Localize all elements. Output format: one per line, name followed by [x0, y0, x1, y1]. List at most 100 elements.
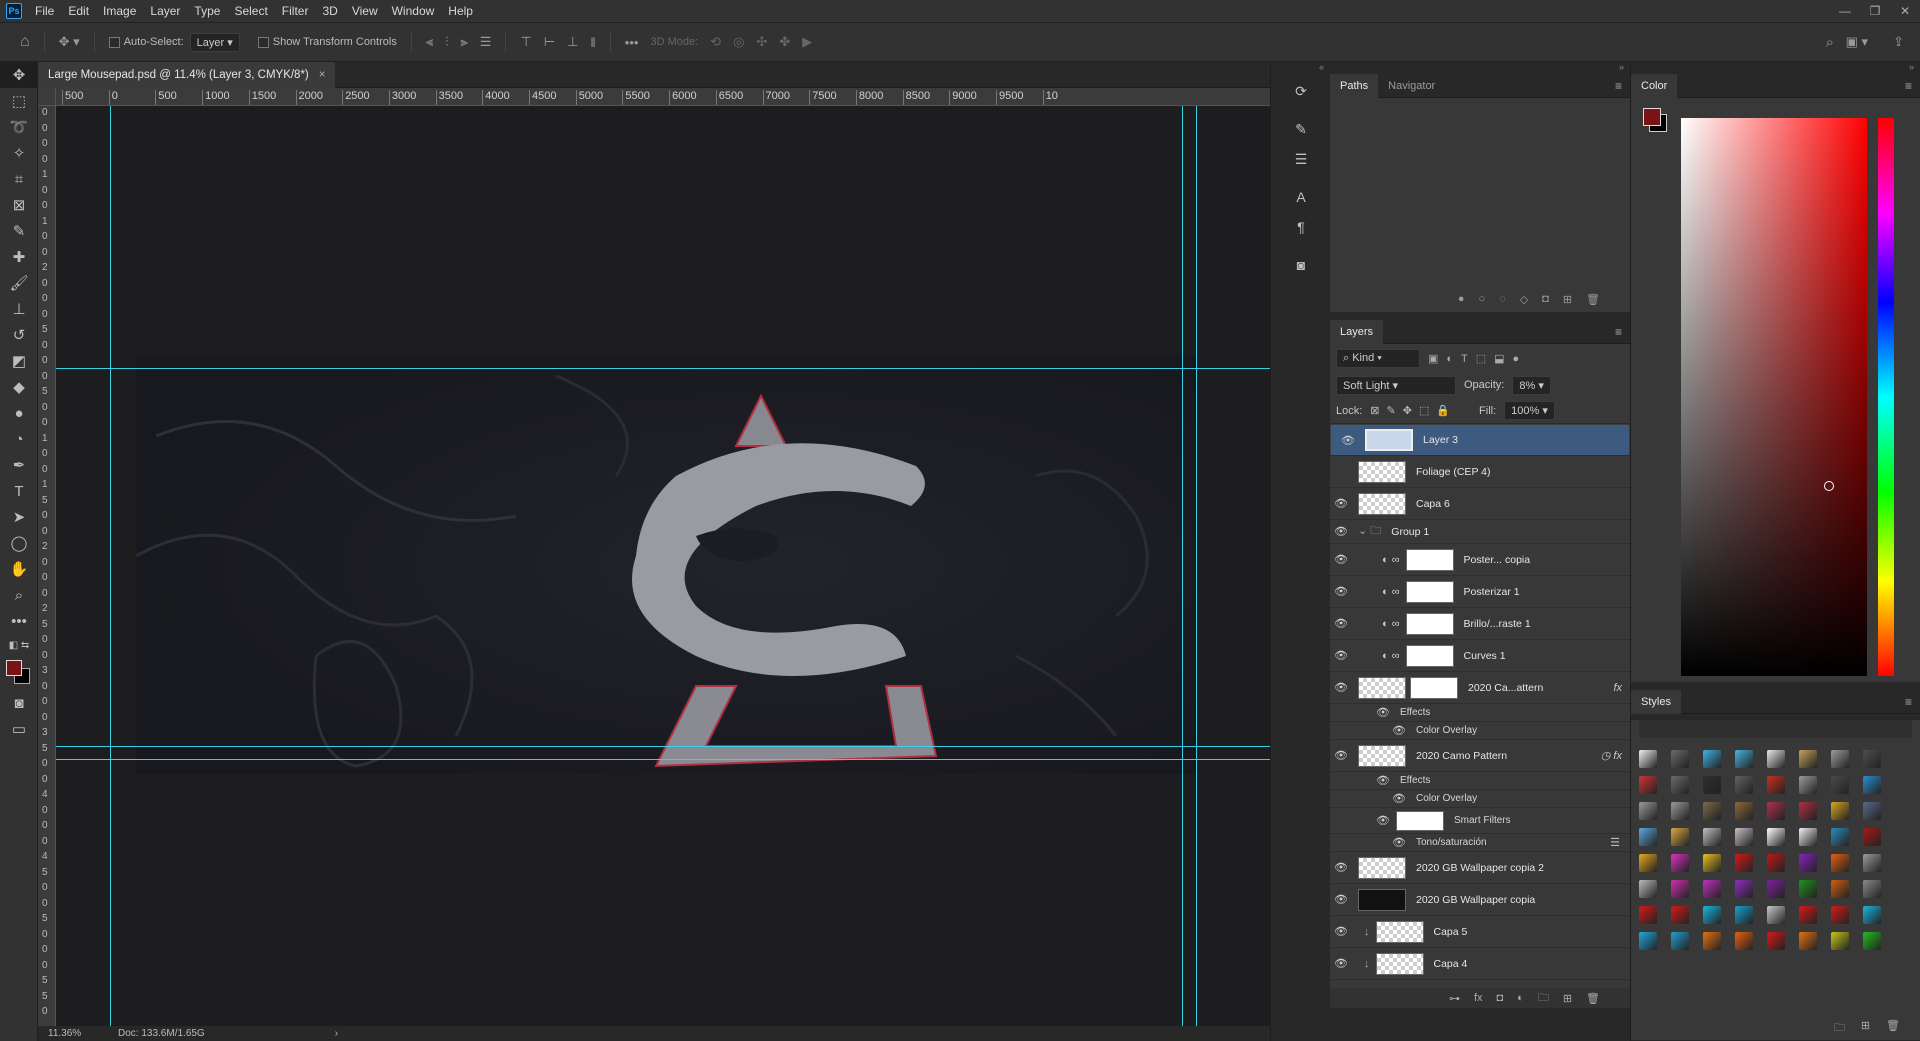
color-field[interactable]: [1681, 118, 1867, 676]
layer-row[interactable]: 👁 ◐ ∞ Curves 1: [1330, 640, 1630, 672]
style-swatch[interactable]: [1863, 828, 1881, 846]
expand-icon[interactable]: »: [1631, 62, 1920, 74]
smart-filters-row[interactable]: 👁 Smart Filters: [1330, 808, 1630, 834]
align-center-icon[interactable]: ⫶: [439, 34, 454, 50]
filter-row[interactable]: 👁 Tono/saturación ☰: [1330, 834, 1630, 852]
style-swatch[interactable]: [1703, 828, 1721, 846]
style-swatch[interactable]: [1639, 828, 1657, 846]
filter-options-icon[interactable]: ☰: [1610, 836, 1620, 849]
collapse-icon[interactable]: «: [1271, 62, 1330, 74]
menu-edit[interactable]: Edit: [61, 4, 96, 18]
style-swatch[interactable]: [1639, 854, 1657, 872]
type-tool-icon[interactable]: T: [0, 478, 38, 504]
style-swatch[interactable]: [1703, 750, 1721, 768]
distribute-icon[interactable]: ☰: [474, 34, 498, 50]
checkbox-icon[interactable]: [108, 36, 120, 48]
make-path-icon[interactable]: ◇: [1520, 293, 1528, 306]
eye-icon[interactable]: 👁: [1330, 925, 1352, 938]
distribute-vertical-icon[interactable]: ‖: [584, 35, 601, 50]
filter-icons[interactable]: ▣◐T⬚⬓●: [1428, 352, 1527, 365]
menu-3d[interactable]: 3D: [315, 4, 344, 18]
effect-row[interactable]: 👁 Color Overlay: [1330, 722, 1630, 740]
style-swatch[interactable]: [1735, 828, 1753, 846]
eye-icon[interactable]: 👁: [1330, 553, 1352, 566]
effects-row[interactable]: 👁 Effects: [1330, 772, 1630, 790]
style-swatch[interactable]: [1831, 802, 1849, 820]
panel-menu-icon[interactable]: ≡: [1905, 695, 1912, 709]
blur-tool-icon[interactable]: ●: [0, 400, 38, 426]
style-swatch[interactable]: [1799, 906, 1817, 924]
layer-row[interactable]: 👁 Layer 3: [1330, 424, 1630, 456]
eye-icon[interactable]: 👁: [1392, 792, 1406, 805]
style-swatch[interactable]: [1767, 750, 1785, 768]
style-swatch[interactable]: [1863, 750, 1881, 768]
style-swatch[interactable]: [1831, 932, 1849, 950]
add-style-icon[interactable]: fx: [1474, 992, 1483, 1004]
blend-mode-dropdown[interactable]: Soft Light ▾: [1336, 375, 1456, 395]
move-tool-icon[interactable]: ✥ ▾: [53, 34, 86, 50]
brush-tool-icon[interactable]: 🖌: [0, 270, 38, 296]
style-swatch[interactable]: [1767, 880, 1785, 898]
new-style-icon[interactable]: ⊞: [1861, 1019, 1870, 1038]
move-tool-icon[interactable]: ✥: [0, 62, 38, 88]
eye-icon[interactable]: 👁: [1392, 836, 1406, 849]
foreground-color-swatch[interactable]: [6, 660, 22, 676]
style-swatch[interactable]: [1703, 906, 1721, 924]
style-swatch[interactable]: [1639, 880, 1657, 898]
style-swatch[interactable]: [1767, 906, 1785, 924]
guide-vertical[interactable]: [1182, 106, 1183, 1026]
paint-bucket-icon[interactable]: ◆: [0, 374, 38, 400]
character-icon[interactable]: A: [1283, 184, 1319, 210]
eye-icon[interactable]: 👁: [1330, 525, 1352, 538]
style-swatch[interactable]: [1639, 802, 1657, 820]
guide-horizontal[interactable]: [56, 746, 1270, 747]
align-bottom-icon[interactable]: ⊥: [561, 34, 584, 50]
style-swatch[interactable]: [1799, 776, 1817, 794]
eye-icon[interactable]: 👁: [1376, 706, 1390, 719]
style-swatch[interactable]: [1799, 750, 1817, 768]
paragraph-icon[interactable]: ¶: [1283, 214, 1319, 240]
3d-orbit-icon[interactable]: ⟲: [704, 34, 727, 50]
layer-row[interactable]: Foliage (CEP 4): [1330, 456, 1630, 488]
new-group-icon[interactable]: 🗀: [1538, 989, 1549, 1008]
panel-menu-icon[interactable]: ≡: [1615, 79, 1622, 93]
close-button[interactable]: ✕: [1890, 0, 1920, 22]
checkbox-icon[interactable]: [257, 36, 269, 48]
style-swatch[interactable]: [1671, 854, 1689, 872]
libraries-icon[interactable]: ◙: [1283, 252, 1319, 278]
eye-icon[interactable]: 👁: [1330, 497, 1352, 510]
eye-icon[interactable]: 👁: [1330, 681, 1352, 694]
style-swatch[interactable]: [1703, 802, 1721, 820]
layer-row[interactable]: 👁 ◐ ∞ Poster... copia: [1330, 544, 1630, 576]
zoom-level[interactable]: 11.36%: [38, 1028, 108, 1039]
auto-select-dropdown[interactable]: Layer ▾: [189, 32, 240, 52]
document-tab[interactable]: Large Mousepad.psd @ 11.4% (Layer 3, CMY…: [38, 62, 336, 88]
style-swatch[interactable]: [1831, 854, 1849, 872]
layer-row[interactable]: 👁 ◐ ∞ Brillo/...raste 1: [1330, 608, 1630, 640]
eye-icon[interactable]: 👁: [1376, 814, 1390, 827]
eyedropper-icon[interactable]: ✎: [0, 218, 38, 244]
style-swatch[interactable]: [1831, 906, 1849, 924]
minimize-button[interactable]: —: [1830, 0, 1860, 22]
style-swatch[interactable]: [1863, 932, 1881, 950]
auto-select-checkbox[interactable]: Auto-Select:: [103, 36, 190, 48]
adjustments-icon[interactable]: ☰: [1283, 146, 1319, 172]
style-swatch[interactable]: [1703, 854, 1721, 872]
load-selection-icon[interactable]: ◌: [1499, 293, 1506, 306]
style-swatch[interactable]: [1671, 880, 1689, 898]
panel-menu-icon[interactable]: ≡: [1905, 79, 1912, 93]
style-swatch[interactable]: [1639, 932, 1657, 950]
delete-layer-icon[interactable]: 🗑: [1586, 992, 1600, 1005]
filter-kind-dropdown[interactable]: ⌕ Kind ▾: [1336, 348, 1420, 368]
guide-vertical[interactable]: [110, 106, 111, 1026]
style-swatch[interactable]: [1863, 854, 1881, 872]
frame-tool-icon[interactable]: ⊠: [0, 192, 38, 218]
eye-icon[interactable]: 👁: [1330, 585, 1352, 598]
share-icon[interactable]: ⇪: [1887, 34, 1910, 50]
menu-help[interactable]: Help: [441, 4, 480, 18]
style-swatch[interactable]: [1799, 828, 1817, 846]
eye-icon[interactable]: 👁: [1330, 649, 1352, 662]
3d-roll-icon[interactable]: ◎: [727, 34, 750, 50]
tab-navigator[interactable]: Navigator: [1378, 74, 1445, 98]
style-swatch[interactable]: [1671, 750, 1689, 768]
